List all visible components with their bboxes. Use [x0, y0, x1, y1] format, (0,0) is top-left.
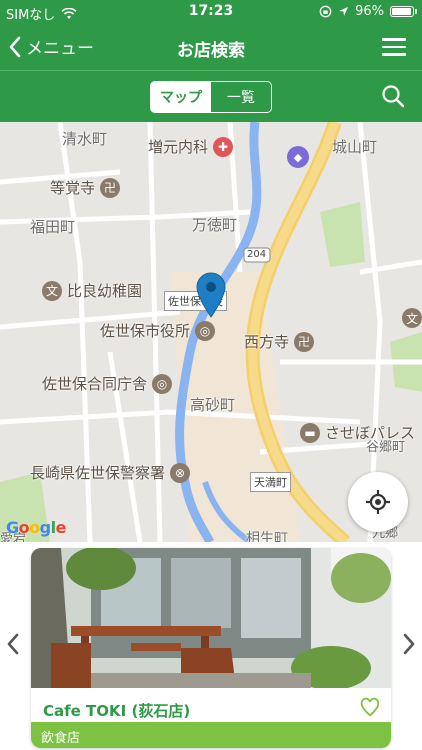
- map-label-mantoku: 万徳町: [192, 216, 238, 234]
- search-icon[interactable]: [380, 83, 406, 109]
- shop-name[interactable]: Cafe TOKI (荻石店): [43, 700, 190, 721]
- tenman-label: 天満町: [250, 472, 291, 492]
- poi-label: 増元内科: [148, 138, 209, 156]
- police-icon: ⊗: [170, 462, 191, 483]
- shop-card-carousel: Cafe TOKI (荻石店) 飲食店: [0, 542, 422, 750]
- favorite-heart-icon[interactable]: [359, 696, 381, 718]
- shopping-bag-icon[interactable]: ◆: [287, 146, 309, 168]
- category-label: 飲食店: [41, 731, 81, 746]
- nav-bar: メニュー お店検索: [0, 24, 422, 70]
- status-right: 96%: [319, 4, 417, 19]
- current-location-button[interactable]: [348, 472, 408, 532]
- prev-arrow-icon[interactable]: [6, 632, 20, 663]
- view-segmented-control: マップ 一覧: [150, 81, 272, 113]
- shop-card[interactable]: Cafe TOKI (荻石店) 飲食店: [31, 548, 391, 748]
- route-number-label: 204: [247, 249, 267, 260]
- school-icon: 文: [42, 280, 62, 301]
- school-icon[interactable]: 文: [402, 308, 422, 328]
- map-poi-tokyoji[interactable]: 等覚寺 卍: [50, 177, 121, 198]
- hotel-icon: ▬: [300, 422, 320, 443]
- map-label-fukuda: 福田町: [30, 218, 76, 236]
- poi-label: 等覚寺: [50, 179, 96, 197]
- poi-label: 比良幼稚園: [67, 282, 143, 300]
- temple-icon: 卍: [294, 331, 315, 352]
- map-label-kago: 谷郷町: [366, 440, 406, 455]
- status-bar: SIMなし 17:23 96%: [0, 0, 422, 24]
- map-poi-city-hall[interactable]: 佐世保市役所 ◎: [100, 320, 216, 341]
- temple-icon: 卍: [100, 177, 121, 198]
- map-label-shimizu: 清水町: [62, 130, 108, 148]
- map-poi-police[interactable]: 長崎県佐世保警察署 ⊗: [30, 462, 191, 483]
- poi-label: 西方寺: [244, 333, 290, 351]
- crosshair-icon: [366, 490, 390, 514]
- shop-photo: [31, 548, 391, 688]
- next-arrow-icon[interactable]: [402, 632, 416, 663]
- tab-map[interactable]: マップ: [151, 82, 211, 112]
- map-pin-icon[interactable]: [194, 272, 228, 318]
- government-icon: ◎: [195, 320, 216, 341]
- orientation-lock-icon: [319, 5, 332, 18]
- tab-list[interactable]: 一覧: [211, 82, 271, 112]
- battery-icon: [390, 6, 417, 17]
- map-poi-godo-chosha[interactable]: 佐世保合同庁舎 ◎: [42, 373, 173, 394]
- location-arrow-icon: [339, 7, 349, 16]
- government-icon: ◎: [152, 373, 173, 394]
- map-label-aioi: 相生町: [246, 531, 288, 542]
- poi-label: 長崎県佐世保警察署: [30, 464, 166, 482]
- shop-category-badge: 飲食店: [31, 722, 391, 748]
- page-title: お店検索: [177, 41, 245, 61]
- map-poi-saiho-temple[interactable]: 西方寺 卍: [244, 331, 315, 352]
- battery-percent: 96%: [355, 4, 384, 19]
- poi-label: 佐世保合同庁舎: [42, 375, 148, 393]
- map-label-takasago: 高砂町: [190, 396, 236, 414]
- hospital-icon: ✚: [213, 136, 234, 157]
- map-view[interactable]: 204 清水町 増元内科 ✚ 城山町 ◆ 等覚寺 卍 福田町 万徳町 文 比良幼…: [0, 122, 422, 542]
- view-toolbar: マップ 一覧: [0, 70, 422, 122]
- map-poi-hira-kindergarten[interactable]: 文 比良幼稚園: [42, 280, 142, 301]
- map-label-joyama: 城山町: [332, 138, 378, 156]
- google-logo: Google: [6, 518, 66, 537]
- hamburger-menu-icon[interactable]: [382, 38, 406, 56]
- map-poi-zoen-clinic[interactable]: 増元内科 ✚: [148, 136, 234, 157]
- poi-label: 佐世保市役所: [100, 322, 191, 340]
